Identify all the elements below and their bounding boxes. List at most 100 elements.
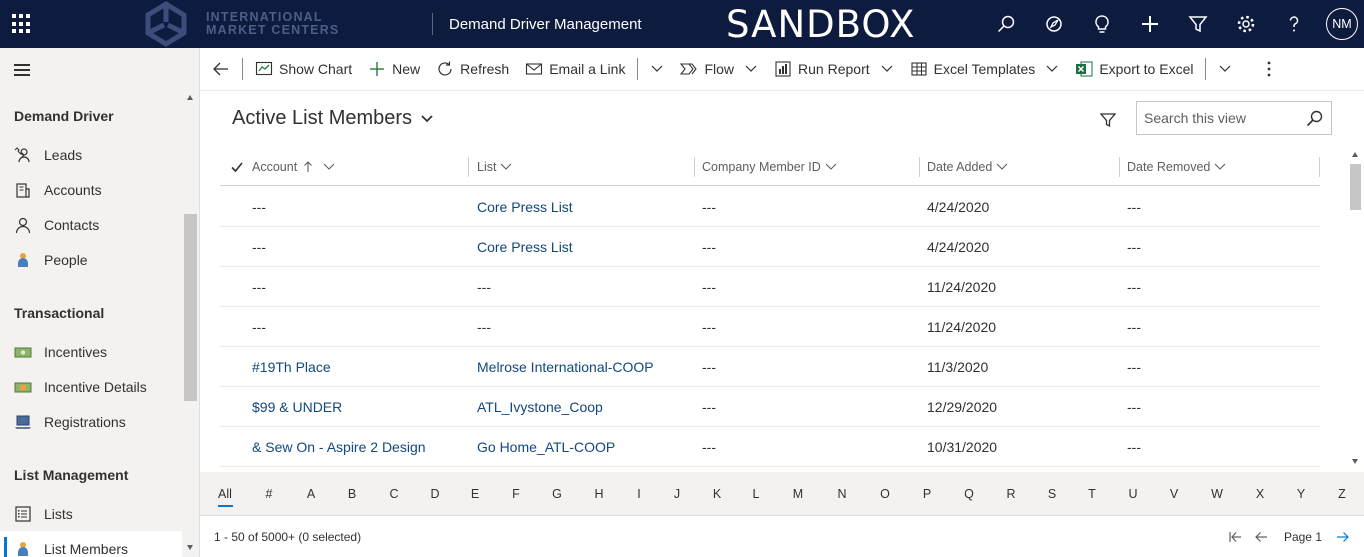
cell-account-link[interactable]: & Sew On - Aspire 2 Design bbox=[252, 427, 426, 467]
sidebar-item-registrations[interactable]: Registrations bbox=[0, 404, 182, 439]
flow-button[interactable]: Flow bbox=[672, 48, 766, 91]
table-row[interactable]: & Sew On - Aspire 2 Design Go Home_ATL-C… bbox=[220, 427, 1320, 467]
filter-icon[interactable] bbox=[1174, 0, 1222, 48]
column-header-list[interactable]: List bbox=[477, 148, 695, 186]
jump-o[interactable]: O bbox=[875, 487, 895, 501]
scroll-up-icon[interactable] bbox=[1352, 152, 1358, 157]
jump-f[interactable]: F bbox=[506, 487, 526, 501]
building-icon bbox=[14, 181, 32, 199]
cell-list-link[interactable]: Melrose International-COOP bbox=[477, 347, 654, 387]
jump-u[interactable]: U bbox=[1123, 487, 1143, 501]
back-button[interactable] bbox=[200, 48, 242, 91]
select-all-checkbox[interactable] bbox=[228, 158, 246, 176]
jump-a[interactable]: A bbox=[301, 487, 321, 501]
sidebar-item-contacts[interactable]: Contacts bbox=[0, 207, 182, 242]
cell-account: --- bbox=[252, 199, 266, 215]
jump-n[interactable]: N bbox=[832, 487, 852, 501]
run-report-button[interactable]: Run Report bbox=[766, 48, 902, 91]
jump-b[interactable]: B bbox=[342, 487, 362, 501]
search-icon[interactable] bbox=[982, 0, 1030, 48]
cell-list-link[interactable]: ATL_Ivystone_Coop bbox=[477, 387, 603, 427]
jump-l[interactable]: L bbox=[746, 487, 766, 501]
email-link-button[interactable]: Email a Link bbox=[517, 48, 633, 91]
previous-page-button[interactable] bbox=[1248, 517, 1274, 557]
search-input[interactable] bbox=[1137, 102, 1297, 134]
sidebar-scroll-down-icon[interactable] bbox=[187, 545, 193, 550]
sidebar-item-list-members[interactable]: List Members bbox=[0, 531, 182, 557]
sidebar-item-leads[interactable]: Leads bbox=[0, 137, 182, 172]
edit-filters-button[interactable] bbox=[1098, 110, 1118, 130]
jump-h[interactable]: H bbox=[589, 487, 609, 501]
table-row[interactable]: --- --- --- 11/24/2020 --- bbox=[220, 267, 1320, 307]
jump-g[interactable]: G bbox=[547, 487, 567, 501]
jump-v[interactable]: V bbox=[1164, 487, 1184, 501]
email-link-dropdown[interactable] bbox=[642, 48, 672, 91]
waffle-icon[interactable] bbox=[12, 14, 32, 34]
jump-m[interactable]: M bbox=[788, 487, 808, 501]
app-title[interactable]: Demand Driver Management bbox=[449, 16, 642, 33]
next-page-button[interactable] bbox=[1330, 517, 1356, 557]
chevron-down-icon bbox=[880, 62, 894, 76]
lightbulb-icon[interactable] bbox=[1078, 0, 1126, 48]
gear-icon[interactable] bbox=[1222, 0, 1270, 48]
jump-r[interactable]: R bbox=[1001, 487, 1021, 501]
column-header-date-removed[interactable]: Date Removed bbox=[1127, 148, 1320, 186]
grid-scrollbar-thumb[interactable] bbox=[1350, 164, 1361, 210]
grid-scrollbar[interactable] bbox=[1347, 148, 1364, 468]
hamburger-menu-icon[interactable] bbox=[14, 64, 30, 76]
jump-y[interactable]: Y bbox=[1291, 487, 1311, 501]
cell-account-link[interactable]: #19Th Place bbox=[252, 347, 331, 387]
jump-d[interactable]: D bbox=[425, 487, 445, 501]
jump-s[interactable]: S bbox=[1042, 487, 1062, 501]
jump-z[interactable]: Z bbox=[1332, 487, 1352, 501]
table-row[interactable]: #19Th Place Melrose International-COOP -… bbox=[220, 347, 1320, 387]
sidebar-scrollbar-thumb[interactable] bbox=[184, 214, 197, 401]
company-logo[interactable]: INTERNATIONAL MARKET CENTERS bbox=[140, 0, 339, 48]
jump-i[interactable]: I bbox=[629, 487, 649, 501]
alphabet-jump-bar: All # A B C D E F G H I J K L M N O P Q … bbox=[200, 472, 1364, 516]
assistant-icon[interactable] bbox=[1030, 0, 1078, 48]
view-selector[interactable]: Active List Members bbox=[232, 107, 434, 130]
jump-w[interactable]: W bbox=[1207, 487, 1227, 501]
jump-c[interactable]: C bbox=[384, 487, 404, 501]
search-icon[interactable] bbox=[1306, 110, 1323, 127]
more-commands-button[interactable] bbox=[1258, 48, 1280, 91]
cell-list-link[interactable]: Core Press List bbox=[477, 227, 573, 267]
jump-q[interactable]: Q bbox=[959, 487, 979, 501]
jump-t[interactable]: T bbox=[1082, 487, 1102, 501]
cell-list-link[interactable]: Core Press List bbox=[477, 187, 573, 227]
sidebar-item-accounts[interactable]: Accounts bbox=[0, 172, 182, 207]
first-page-button[interactable] bbox=[1222, 517, 1248, 557]
jump-j[interactable]: J bbox=[667, 487, 687, 501]
table-row[interactable]: --- Core Press List --- 4/24/2020 --- bbox=[220, 227, 1320, 267]
scroll-down-icon[interactable] bbox=[1352, 459, 1358, 464]
sidebar-item-incentive-details[interactable]: Incentive Details bbox=[0, 369, 182, 404]
jump-number[interactable]: # bbox=[259, 487, 279, 501]
jump-all[interactable]: All bbox=[215, 487, 235, 507]
cell-list-link[interactable]: Go Home_ATL-COOP bbox=[477, 427, 615, 467]
table-row[interactable]: --- Core Press List --- 4/24/2020 --- bbox=[220, 187, 1320, 227]
column-header-company-member-id[interactable]: Company Member ID bbox=[702, 148, 920, 186]
jump-x[interactable]: X bbox=[1250, 487, 1270, 501]
export-to-excel-dropdown[interactable] bbox=[1210, 48, 1240, 91]
sidebar-scroll-up-icon[interactable] bbox=[187, 95, 193, 100]
column-header-account[interactable]: Account bbox=[252, 148, 469, 186]
jump-e[interactable]: E bbox=[465, 487, 485, 501]
user-avatar[interactable]: NM bbox=[1326, 8, 1358, 40]
jump-p[interactable]: P bbox=[917, 487, 937, 501]
help-icon[interactable] bbox=[1270, 0, 1318, 48]
show-chart-button[interactable]: Show Chart bbox=[247, 48, 360, 91]
cell-account-link[interactable]: $99 & UNDER bbox=[252, 387, 342, 427]
export-to-excel-button[interactable]: Export to Excel bbox=[1067, 48, 1201, 91]
sidebar-item-lists[interactable]: Lists bbox=[0, 496, 182, 531]
jump-k[interactable]: K bbox=[707, 487, 727, 501]
table-row[interactable]: --- --- --- 11/24/2020 --- bbox=[220, 307, 1320, 347]
sidebar-item-incentives[interactable]: Incentives bbox=[0, 334, 182, 369]
table-row[interactable]: $99 & UNDER ATL_Ivystone_Coop --- 12/29/… bbox=[220, 387, 1320, 427]
plus-icon[interactable] bbox=[1126, 0, 1174, 48]
excel-templates-button[interactable]: Excel Templates bbox=[902, 48, 1068, 91]
refresh-button[interactable]: Refresh bbox=[428, 48, 517, 91]
column-header-date-added[interactable]: Date Added bbox=[927, 148, 1120, 186]
sidebar-item-people[interactable]: People bbox=[0, 242, 182, 277]
new-button[interactable]: New bbox=[360, 48, 428, 91]
